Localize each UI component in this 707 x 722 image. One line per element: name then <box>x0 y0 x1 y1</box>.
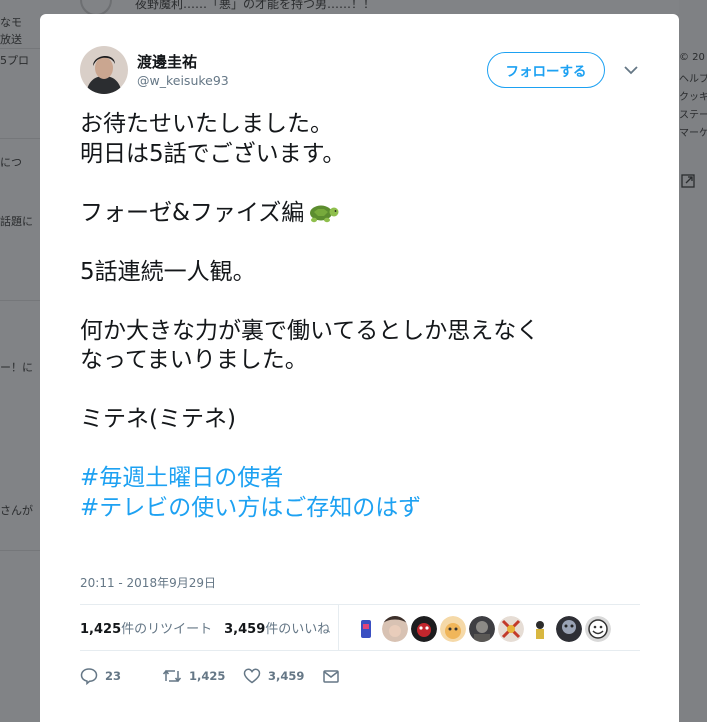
retweets-count: 1,425 <box>80 622 122 637</box>
background-fragment: につ <box>0 156 22 169</box>
background-top-text: 夜野魔利……「悪」の才能を持つ男……！！ <box>135 0 376 11</box>
retweet-count: 1,425 <box>189 669 226 683</box>
reply-icon <box>80 668 98 685</box>
background-fragment: なモ <box>0 16 22 29</box>
follow-button[interactable]: フォローする <box>487 52 605 88</box>
liker-avatar[interactable] <box>411 616 437 642</box>
avatar[interactable] <box>80 46 128 94</box>
retweet-icon <box>162 669 182 683</box>
background-header: 夜野魔利……「悪」の才能を持つ男……！！ <box>40 0 679 14</box>
liker-avatar[interactable] <box>440 616 466 642</box>
tweet-text-line: なってまいりました。 <box>80 347 308 373</box>
turtle-icon <box>310 205 339 222</box>
background-fragment: ー！に <box>0 361 33 374</box>
background-avatar-ring <box>80 0 112 14</box>
liker-avatar[interactable] <box>469 616 495 642</box>
stats-divider-top <box>80 604 640 605</box>
liker-avatar[interactable] <box>556 616 582 642</box>
heart-icon <box>243 668 261 684</box>
likes-count: 3,459 <box>224 622 266 637</box>
engagement-stats: 1,425件のリツイート 3,459件のいいね <box>80 618 330 637</box>
hashtag-link[interactable]: #毎週土曜日の使者 <box>80 464 650 494</box>
likes-label: 件のいいね <box>265 622 331 637</box>
retweets-stat[interactable]: 1,425件のリツイート <box>80 622 212 637</box>
tweet-text-line: 明日は5話でございます。 <box>80 140 346 167</box>
background-divider <box>0 138 40 139</box>
liker-avatar[interactable] <box>498 616 524 642</box>
liker-avatar[interactable] <box>382 616 408 642</box>
tweet-text-line: 何か大きな力が裏で働いてるとしか思えなく <box>80 317 540 344</box>
envelope-icon <box>323 670 339 683</box>
background-timeline-left: なモ 放送 5プロ につ 話題に ー！に さんが <box>0 0 40 722</box>
tweet-text-line: お待たせいたしました。 <box>80 111 333 137</box>
reply-button[interactable]: 23 <box>80 666 121 686</box>
background-fragment: 放送 <box>0 33 22 46</box>
reply-count: 23 <box>105 669 122 683</box>
background-fragment: 5プロ <box>0 54 29 67</box>
liker-avatar[interactable] <box>585 616 611 642</box>
like-count: 3,459 <box>268 669 305 683</box>
background-sidebar-right: © 20 ヘルプ クッキ ステー マーケ <box>679 0 707 722</box>
like-button[interactable]: 3,459 <box>243 666 304 686</box>
background-fragment: マーケ <box>679 128 707 139</box>
tweet-text: お待たせいたしました。 明日は5話でございます。 フォーゼ&ファイズ編 5話連続… <box>80 110 650 523</box>
liker-avatar[interactable] <box>353 616 379 642</box>
tweet-text-fragment: フォーゼ&ファイズ編 <box>80 199 305 226</box>
background-fragment: さんが <box>0 504 33 517</box>
background-fragment: ヘルプ <box>679 74 707 85</box>
external-link-icon <box>681 174 695 188</box>
background-divider <box>0 300 40 301</box>
retweet-button[interactable]: 1,425 <box>162 666 225 686</box>
background-fragment: 話題に <box>0 215 33 228</box>
direct-message-button[interactable] <box>322 666 340 686</box>
likes-stat[interactable]: 3,459件のいいね <box>224 622 330 637</box>
tweet-text-line: 5話連続一人観。 <box>80 258 256 285</box>
retweets-label: 件のリツイート <box>121 622 213 637</box>
display-name[interactable]: 渡邊圭祐 <box>137 51 197 72</box>
background-fragment: © 20 <box>679 52 705 63</box>
hashtag-link[interactable]: #テレビの使い方はご存知のはず <box>80 494 650 524</box>
background-divider <box>0 550 40 551</box>
stats-separator <box>338 604 339 650</box>
user-handle[interactable]: @w_keisuke93 <box>137 73 229 88</box>
tweet-text-line: ミテネ(ミテネ) <box>80 406 236 432</box>
background-fragment: ステー <box>679 110 707 121</box>
chevron-down-icon[interactable] <box>623 64 639 76</box>
liker-avatar[interactable] <box>527 616 553 642</box>
tweet-text-line: フォーゼ&ファイズ編 <box>80 199 650 229</box>
background-divider <box>0 48 40 49</box>
tweet-timestamp[interactable]: 20:11 - 2018年9月29日 <box>80 574 216 591</box>
tweet-modal: 渡邊圭祐 @w_keisuke93 フォローする お待たせいたしました。 明日は… <box>40 14 679 722</box>
stats-divider-bottom <box>80 650 640 651</box>
background-fragment: クッキ <box>679 92 707 103</box>
